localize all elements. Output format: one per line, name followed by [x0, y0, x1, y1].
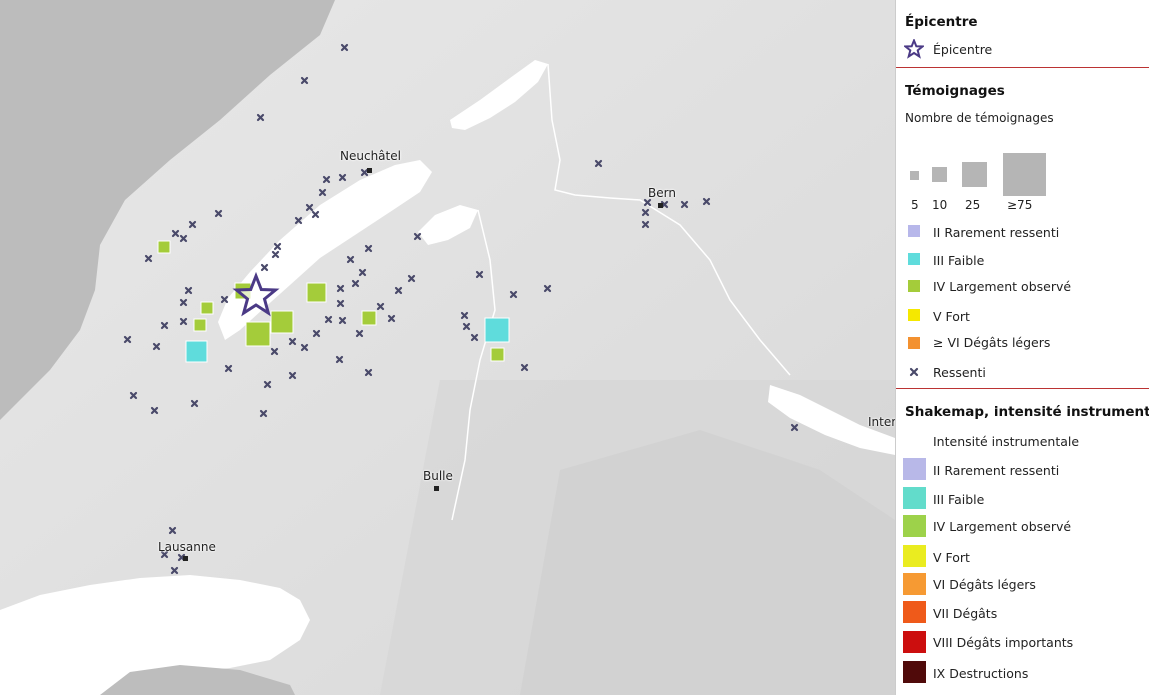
- testimony-label: IV Largement observé: [933, 279, 1072, 294]
- testimony-iv[interactable]: [200, 301, 214, 315]
- legend-panel: Épicentre Épicentre Témoignages Nombre d…: [895, 0, 1149, 695]
- testimony-iv[interactable]: [245, 321, 271, 347]
- testimony-swatch-iii: [908, 253, 920, 265]
- ressenti-label: Ressenti: [933, 365, 986, 380]
- size-box-5: [910, 171, 919, 180]
- size-label: 10: [932, 198, 948, 212]
- city-marker: [183, 556, 188, 561]
- shakemap-swatch-ii: [903, 458, 926, 480]
- shakemap-swatch-iv: [903, 515, 926, 537]
- city-label-lausanne: Lausanne: [158, 540, 216, 554]
- testimony-swatch-ii: [908, 225, 920, 237]
- legend-epicentre-label: Épicentre: [933, 42, 993, 57]
- size-label: 25: [965, 198, 981, 212]
- shakemap-label: V Fort: [933, 550, 970, 565]
- testimony-iv[interactable]: [361, 310, 377, 326]
- city-marker: [658, 203, 663, 208]
- epicentre-legend-icon: [904, 39, 924, 59]
- testimony-swatch-iv: [908, 280, 920, 292]
- shakemap-swatch-v: [903, 545, 926, 567]
- size-box-75: [1003, 153, 1046, 196]
- shakemap-swatch-vi: [903, 573, 926, 595]
- testimony-iii[interactable]: [484, 317, 510, 343]
- testimony-iv[interactable]: [270, 310, 294, 334]
- city-marker: [434, 486, 439, 491]
- testimony-label: II Rarement ressenti: [933, 225, 1060, 240]
- shakemap-label: IX Destructions: [933, 666, 1029, 681]
- testimony-label: III Faible: [933, 253, 985, 268]
- city-label-bulle: Bulle: [423, 469, 453, 483]
- shakemap-label: VII Dégâts: [933, 606, 998, 621]
- map-view[interactable]: Neuchâtel Bern Bulle Lausanne Inter: [0, 0, 895, 695]
- testimony-iv[interactable]: [157, 240, 171, 254]
- size-label: 5: [911, 198, 919, 212]
- shakemap-label: III Faible: [933, 492, 985, 507]
- legend-epicentre-title: Épicentre: [905, 14, 978, 30]
- city-label-interlaken: Inter: [868, 415, 895, 429]
- size-box-25: [962, 162, 987, 187]
- ressenti-icon: [909, 367, 919, 377]
- legend-nombre-label: Nombre de témoignages: [905, 111, 1054, 125]
- testimony-label: ≥ VI Dégâts légers: [933, 335, 1051, 350]
- testimony-iv[interactable]: [193, 318, 207, 332]
- shakemap-label: II Rarement ressenti: [933, 463, 1060, 478]
- map-canvas: [0, 0, 895, 695]
- legend-separator: [896, 67, 1149, 68]
- size-box-10: [932, 167, 947, 182]
- shakemap-swatch-viii: [903, 631, 926, 653]
- shakemap-swatch-iii: [903, 487, 926, 509]
- legend-separator: [896, 388, 1149, 389]
- legend-temoignages-title: Témoignages: [905, 83, 1005, 99]
- testimony-label: V Fort: [933, 309, 970, 324]
- testimony-swatch-vi: [908, 337, 920, 349]
- city-marker: [367, 168, 372, 173]
- shakemap-label: VIII Dégâts importants: [933, 635, 1074, 650]
- legend-shakemap-title: Shakemap, intensité instrumentale: [905, 404, 1149, 420]
- testimony-iii[interactable]: [185, 340, 208, 363]
- testimony-iv[interactable]: [306, 282, 327, 303]
- shakemap-label: IV Largement observé: [933, 519, 1072, 534]
- size-label: ≥75: [1007, 198, 1033, 212]
- testimony-iv[interactable]: [490, 347, 505, 362]
- shakemap-label: VI Dégâts légers: [933, 577, 1036, 592]
- city-label-neuchatel: Neuchâtel: [340, 149, 401, 163]
- testimony-swatch-v: [908, 309, 920, 321]
- shakemap-swatch-vii: [903, 601, 926, 623]
- shakemap-swatch-ix: [903, 661, 926, 683]
- intensity-header: Intensité instrumentale: [933, 434, 1080, 449]
- city-label-bern: Bern: [648, 186, 676, 200]
